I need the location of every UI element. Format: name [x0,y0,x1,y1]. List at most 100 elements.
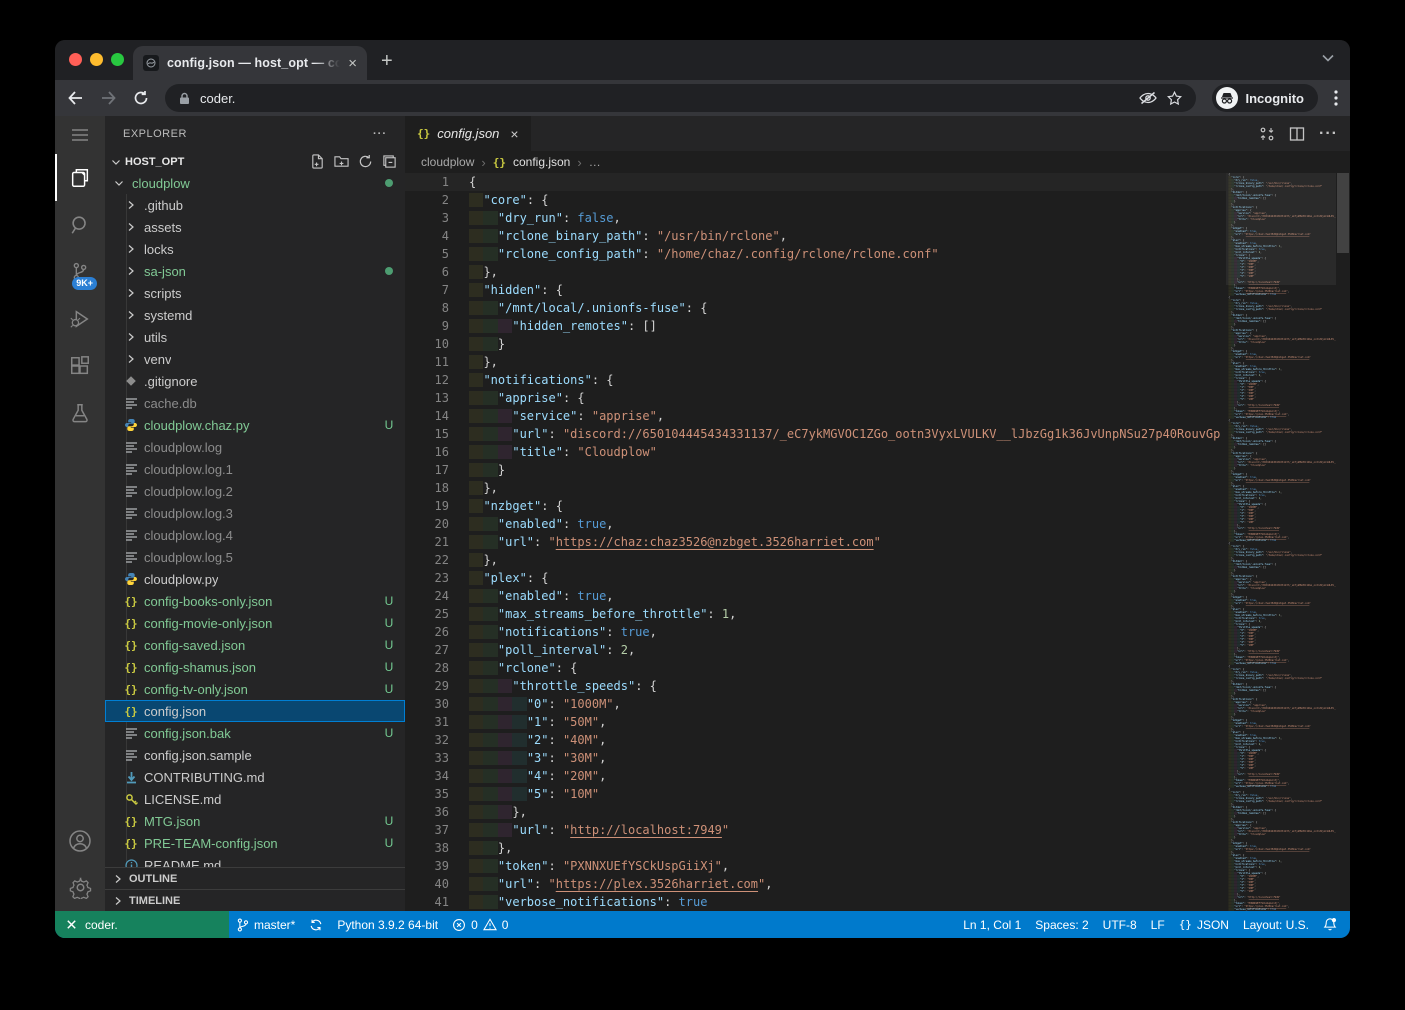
tree-item[interactable]: README.md [105,854,405,867]
editor-scrollbar[interactable] [1336,173,1350,911]
open-changes-icon[interactable] [1259,126,1275,142]
tree-item[interactable]: LICENSE.md [105,788,405,810]
sync-button[interactable] [302,911,330,938]
minimize-window-button[interactable] [90,53,103,66]
extensions-icon[interactable] [55,342,105,389]
menu-hamburger-icon[interactable] [55,116,105,154]
editor-tab-bar: {} config.json × ··· [405,116,1350,151]
tree-item[interactable]: {}config-books-only.jsonU [105,590,405,612]
new-file-icon[interactable] [310,154,325,169]
minimap-viewport[interactable] [1226,173,1336,285]
language-mode[interactable]: {} JSON [1172,911,1236,938]
reload-button[interactable] [133,90,149,106]
bookmark-star-icon[interactable] [1167,91,1182,106]
tree-item[interactable]: cloudplow.log.1 [105,458,405,480]
tree-item[interactable]: utils [105,326,405,348]
tree-item[interactable]: {}config.json [105,700,405,722]
workspace-section-header[interactable]: HOST_OPT [105,151,405,172]
code-line: 24 "enabled": true, [405,587,1226,605]
tree-item[interactable]: systemd [105,304,405,326]
eol-setting[interactable]: LF [1144,911,1172,938]
tree-item[interactable]: CONTRIBUTING.md [105,766,405,788]
tree-item[interactable]: cloudplow.log.3 [105,502,405,524]
chevron-right-icon [123,264,139,278]
tree-item[interactable]: .github [105,194,405,216]
tree-item[interactable]: cloudplow.log.4 [105,524,405,546]
close-icon[interactable]: × [510,126,518,142]
refresh-icon[interactable] [358,154,373,169]
code-line: 17 } [405,461,1226,479]
collapse-all-icon[interactable] [382,154,397,169]
search-icon[interactable] [55,201,105,248]
zoom-window-button[interactable] [111,53,124,66]
tab-close-icon[interactable]: × [348,56,357,71]
notifications-bell-icon[interactable] [1316,911,1344,938]
breadcrumb-symbol[interactable]: … [589,155,601,169]
tree-item[interactable]: sa-json [105,260,405,282]
run-debug-icon[interactable] [55,295,105,342]
tree-item[interactable]: locks [105,238,405,260]
chevron-right-icon [123,330,139,344]
python-interpreter[interactable]: Python 3.9.2 64-bit [330,911,445,938]
tree-item[interactable]: cache.db [105,392,405,414]
breadcrumb-folder[interactable]: cloudplow [421,155,474,169]
problems-status[interactable]: 0 0 [445,911,515,938]
tree-item[interactable]: cloudplow.log [105,436,405,458]
browser-menu-icon[interactable] [1334,90,1338,106]
back-button[interactable] [67,90,84,106]
remote-indicator[interactable]: coder. [55,911,229,938]
browser-tab[interactable]: config.json — host_opt — code × [133,46,367,80]
eye-blocked-icon[interactable] [1139,91,1157,105]
window-controls[interactable] [69,53,124,66]
tree-item[interactable]: cloudplow.log.2 [105,480,405,502]
breadcrumbs[interactable]: cloudplow › {} config.json › … [405,151,1350,173]
breadcrumb-file[interactable]: config.json [513,155,570,169]
keyboard-layout[interactable]: Layout: U.S. [1236,911,1316,938]
tree-item[interactable]: cloudplow.py [105,568,405,590]
line-number: 7 [405,281,449,299]
encoding-setting[interactable]: UTF-8 [1096,911,1144,938]
tree-item-label: config-shamus.json [144,660,256,675]
tree-item[interactable]: {}config-movie-only.jsonU [105,612,405,634]
tree-item[interactable]: {}config-saved.jsonU [105,634,405,656]
tree-item[interactable]: cloudplow.log.5 [105,546,405,568]
tree-item[interactable]: venv [105,348,405,370]
new-folder-icon[interactable] [334,154,349,169]
tree-item[interactable]: assets [105,216,405,238]
testing-flask-icon[interactable] [55,389,105,436]
tree-item[interactable]: cloudplow [105,172,405,194]
account-icon[interactable] [55,817,105,864]
tree-item[interactable]: config.json.sample [105,744,405,766]
forward-button[interactable] [100,90,117,106]
more-actions-icon[interactable]: ··· [1319,125,1338,143]
source-control-icon[interactable]: 9K+ [55,248,105,295]
url-text[interactable]: coder. [200,91,235,106]
tree-item[interactable]: {}MTG.jsonU [105,810,405,832]
split-editor-icon[interactable] [1289,126,1305,142]
explorer-view-icon[interactable] [55,154,105,201]
tab-search-chevron-icon[interactable] [1322,54,1334,62]
json-file-icon: {} [123,639,139,652]
sidebar-more-actions-icon[interactable]: ··· [373,128,387,140]
code-editor[interactable]: 1{2 "core": {3 "dry_run": false,4 "rclon… [405,173,1226,911]
scrollbar-thumb[interactable] [1337,173,1349,253]
cursor-position[interactable]: Ln 1, Col 1 [956,911,1028,938]
tree-item[interactable]: config.json.bakU [105,722,405,744]
tree-item[interactable]: .gitignore [105,370,405,392]
tree-item[interactable]: scripts [105,282,405,304]
git-untracked-badge: U [383,594,395,608]
tree-item[interactable]: {}config-shamus.jsonU [105,656,405,678]
git-branch-status[interactable]: master* [229,911,302,938]
outline-section[interactable]: OUTLINE [105,867,405,889]
address-bar[interactable]: coder. [165,84,1196,112]
timeline-section[interactable]: TIMELINE [105,889,405,911]
editor-tab-config-json[interactable]: {} config.json × [405,116,531,151]
tree-item[interactable]: {}config-tv-only.jsonU [105,678,405,700]
close-window-button[interactable] [69,53,82,66]
tree-item[interactable]: {}PRE-TEAM-config.jsonU [105,832,405,854]
new-tab-button[interactable]: + [381,50,393,73]
minimap[interactable]: { "core": { "dry_run": false, "rclone_bi… [1226,173,1336,911]
indentation-setting[interactable]: Spaces: 2 [1028,911,1095,938]
tree-item[interactable]: cloudplow.chaz.pyU [105,414,405,436]
settings-gear-icon[interactable] [55,864,105,911]
